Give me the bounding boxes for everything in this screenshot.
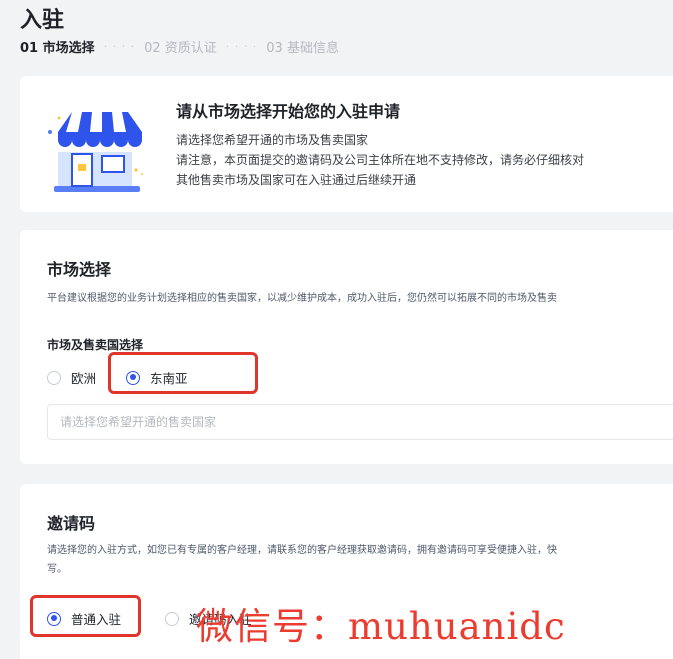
intro-line: 其他售卖市场及国家可在入驻通过后继续开通: [176, 173, 417, 187]
invite-section-description: 请选择您的入驻方式，如您已有专属的客户经理，请联系您的客户经理获取邀请码，拥有邀…: [47, 545, 557, 556]
country-select[interactable]: 请选择您希望开通的售卖国家: [47, 404, 673, 440]
step-separator: · · · ·: [103, 40, 136, 53]
page-title: 入驻: [20, 8, 65, 33]
market-selection-card: 市场选择 平台建议根据您的业务计划选择相应的售卖国家，以减少维护成本，成功入驻后…: [20, 230, 673, 464]
intro-text: 请从市场选择开始您的入驻申请 请选择您希望开通的市场及售卖国家 请注意，本页面提…: [176, 98, 584, 190]
market-section-title: 市场选择: [47, 260, 112, 279]
intro-card: 请从市场选择开始您的入驻申请 请选择您希望开通的市场及售卖国家 请注意，本页面提…: [20, 76, 673, 212]
radio-unchecked-icon: [47, 370, 61, 385]
radio-unchecked-icon: [165, 611, 179, 626]
step-indicator: 01 市场选择 · · · · 02 资质认证 · · · · 03 基础信息: [20, 37, 339, 56]
intro-line: 请注意，本页面提交的邀请码及公司主体所在地不支持修改，请务必仔细核对: [176, 153, 585, 167]
radio-europe[interactable]: 欧洲: [47, 368, 96, 387]
market-field-label: 市场及售卖国选择: [47, 338, 144, 352]
radio-europe-label: 欧洲: [71, 371, 97, 386]
invite-section-description: 写。: [47, 564, 67, 575]
watermark-text: 微信号：muhuanidc: [196, 605, 566, 648]
step-separator: · · · ·: [225, 40, 258, 53]
step-market-selection[interactable]: 01 市场选择: [20, 37, 95, 56]
highlight-box: [108, 352, 258, 394]
step-qualification[interactable]: 02 资质认证: [144, 37, 217, 56]
shop-storefront-icon: [48, 112, 143, 192]
highlight-box: [30, 595, 141, 637]
market-section-description: 平台建议根据您的业务计划选择相应的售卖国家，以减少维护成本，成功入驻后，您仍然可…: [47, 293, 557, 304]
intro-title: 请从市场选择开始您的入驻申请: [176, 102, 401, 121]
step-basic-info[interactable]: 03 基础信息: [266, 37, 339, 56]
invite-section-title: 邀请码: [47, 514, 96, 533]
intro-line: 请选择您希望开通的市场及售卖国家: [176, 133, 369, 147]
